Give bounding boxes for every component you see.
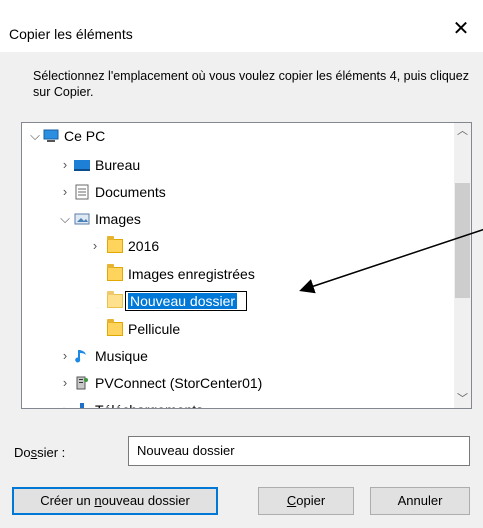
dossier-input[interactable]: Nouveau dossier xyxy=(128,436,470,466)
cancel-button[interactable]: Annuler xyxy=(370,487,470,515)
copy-dialog: Copier les éléments ✕ Sélectionnez l'emp… xyxy=(0,0,483,528)
create-new-folder-button[interactable]: Créer un nouveau dossier xyxy=(12,487,218,515)
copy-button[interactable]: Copier xyxy=(258,487,354,515)
dossier-label: Dossier : xyxy=(14,445,66,460)
